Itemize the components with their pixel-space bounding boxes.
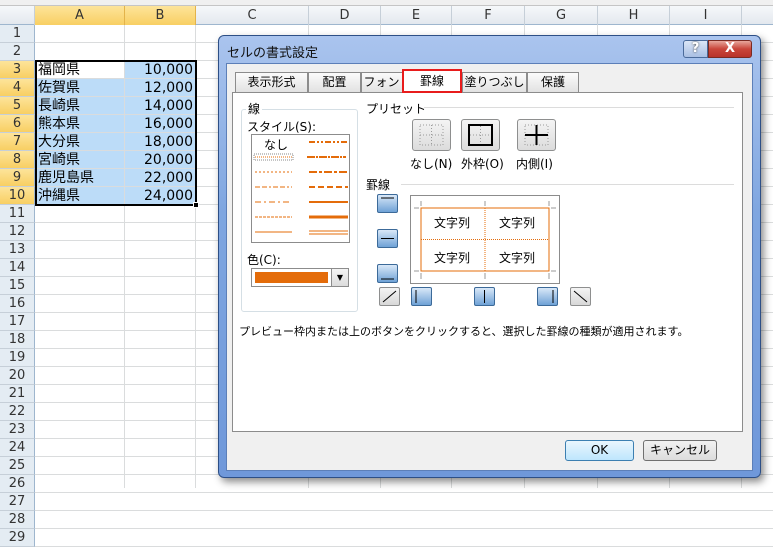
preset-none-button[interactable]	[412, 119, 451, 151]
row-gridline	[35, 528, 773, 529]
row-header-26[interactable]: 26	[0, 475, 35, 493]
border-none-icon	[419, 124, 444, 146]
border-vertical-icon	[484, 290, 485, 303]
dropdown-arrow-icon[interactable]: ▼	[331, 269, 348, 286]
tab-fill[interactable]: 塗りつぶし	[462, 72, 527, 92]
row-header-13[interactable]: 13	[0, 241, 35, 259]
border-separator	[401, 184, 734, 185]
border-bottom-button[interactable]	[377, 264, 398, 283]
color-swatch	[255, 272, 328, 283]
row-header-19[interactable]: 19	[0, 349, 35, 367]
preview-text-1: 文字列	[434, 216, 471, 230]
row-gridline	[35, 492, 773, 493]
ok-button[interactable]: OK	[565, 440, 634, 461]
border-top-button[interactable]	[377, 194, 398, 213]
border-tab-panel: 線 スタイル(S): なし 色(C): ▼ プリセット なし(N) 外枠(O) …	[232, 92, 743, 432]
preset-none-label[interactable]: なし(N)	[410, 155, 452, 172]
row-gridline	[35, 510, 773, 511]
row-header-29[interactable]: 29	[0, 529, 35, 547]
dialog-title: セルの書式設定	[227, 46, 319, 61]
row-header-15[interactable]: 15	[0, 277, 35, 295]
style-label: スタイル(S):	[247, 120, 317, 134]
border-middle-horizontal-button[interactable]	[377, 229, 398, 248]
tab-number-format[interactable]: 表示形式	[235, 72, 308, 92]
tab-protection[interactable]: 保護	[527, 72, 579, 92]
border-diagonal-down-button[interactable]	[570, 287, 591, 306]
description-text: プレビュー枠内または上のボタンをクリックすると、選択した罫線の種類が適用されます…	[239, 325, 689, 338]
border-bottom-icon	[381, 278, 394, 280]
selection-border	[35, 60, 197, 206]
border-left-icon	[415, 290, 417, 303]
line-group-title: 線	[246, 100, 263, 117]
dialog-body: 表示形式 配置 フォント 罫線 塗りつぶし 保護 線 スタイル(S): なし 色…	[226, 63, 753, 471]
preset-outline-label[interactable]: 外枠(O)	[461, 155, 504, 172]
line-style-list[interactable]: なし	[251, 134, 350, 243]
row-header-17[interactable]: 17	[0, 313, 35, 331]
row-header-23[interactable]: 23	[0, 421, 35, 439]
preview-text-2: 文字列	[499, 216, 536, 230]
row-header-10[interactable]: 10	[0, 187, 35, 205]
preset-separator	[424, 107, 734, 108]
row-header-9[interactable]: 9	[0, 169, 35, 187]
fill-handle[interactable]	[193, 202, 199, 208]
diagonal-up-icon	[382, 290, 397, 303]
border-preview-lines	[414, 201, 556, 279]
border-top-icon	[381, 197, 394, 199]
close-button[interactable]: X	[708, 40, 752, 58]
line-style-swatches[interactable]	[252, 135, 349, 242]
row-header-18[interactable]: 18	[0, 331, 35, 349]
row-header-22[interactable]: 22	[0, 403, 35, 421]
tab-border[interactable]: 罫線	[402, 69, 462, 93]
row-header-11[interactable]: 11	[0, 205, 35, 223]
row-header-25[interactable]: 25	[0, 457, 35, 475]
row-header-4[interactable]: 4	[0, 79, 35, 97]
row-header-14[interactable]: 14	[0, 259, 35, 277]
border-diagonal-up-button[interactable]	[379, 287, 400, 306]
row-header-24[interactable]: 24	[0, 439, 35, 457]
row-header-16[interactable]: 16	[0, 295, 35, 313]
preview-text-3: 文字列	[434, 251, 471, 265]
row-header-21[interactable]: 21	[0, 385, 35, 403]
row-header-3[interactable]: 3	[0, 61, 35, 79]
row-header-28[interactable]: 28	[0, 511, 35, 529]
preview-text-4: 文字列	[499, 251, 536, 265]
color-dropdown[interactable]: ▼	[251, 268, 349, 287]
border-horizontal-icon	[381, 238, 394, 239]
row-header-7[interactable]: 7	[0, 133, 35, 151]
tab-alignment[interactable]: 配置	[308, 72, 361, 92]
row-header-6[interactable]: 6	[0, 115, 35, 133]
cancel-button[interactable]: キャンセル	[643, 440, 717, 461]
format-cells-dialog: セルの書式設定 ? X 表示形式 配置 フォント 罫線 塗りつぶし 保護 線 ス…	[218, 35, 761, 478]
row-header-27[interactable]: 27	[0, 493, 35, 511]
preset-title: プリセット	[366, 102, 427, 116]
border-title: 罫線	[366, 178, 391, 192]
preset-outline-button[interactable]	[461, 119, 500, 151]
preset-inside-button[interactable]	[517, 119, 556, 151]
border-inside-icon	[524, 124, 549, 146]
row-header-2[interactable]: 2	[0, 43, 35, 61]
border-right-icon	[552, 290, 554, 303]
border-right-button[interactable]	[537, 287, 558, 306]
border-middle-vertical-button[interactable]	[474, 287, 495, 306]
diagonal-down-icon	[573, 290, 588, 303]
color-label: 色(C):	[247, 253, 281, 267]
border-preview[interactable]: 文字列 文字列 文字列 文字列	[410, 195, 560, 284]
row-header-8[interactable]: 8	[0, 151, 35, 169]
border-left-button[interactable]	[411, 287, 432, 306]
row-header-1[interactable]: 1	[0, 25, 35, 43]
row-header-12[interactable]: 12	[0, 223, 35, 241]
border-outline-icon	[468, 124, 493, 146]
preset-inside-label[interactable]: 内側(I)	[516, 155, 553, 172]
row-header-20[interactable]: 20	[0, 367, 35, 385]
help-button[interactable]: ?	[683, 40, 708, 58]
row-header-5[interactable]: 5	[0, 97, 35, 115]
